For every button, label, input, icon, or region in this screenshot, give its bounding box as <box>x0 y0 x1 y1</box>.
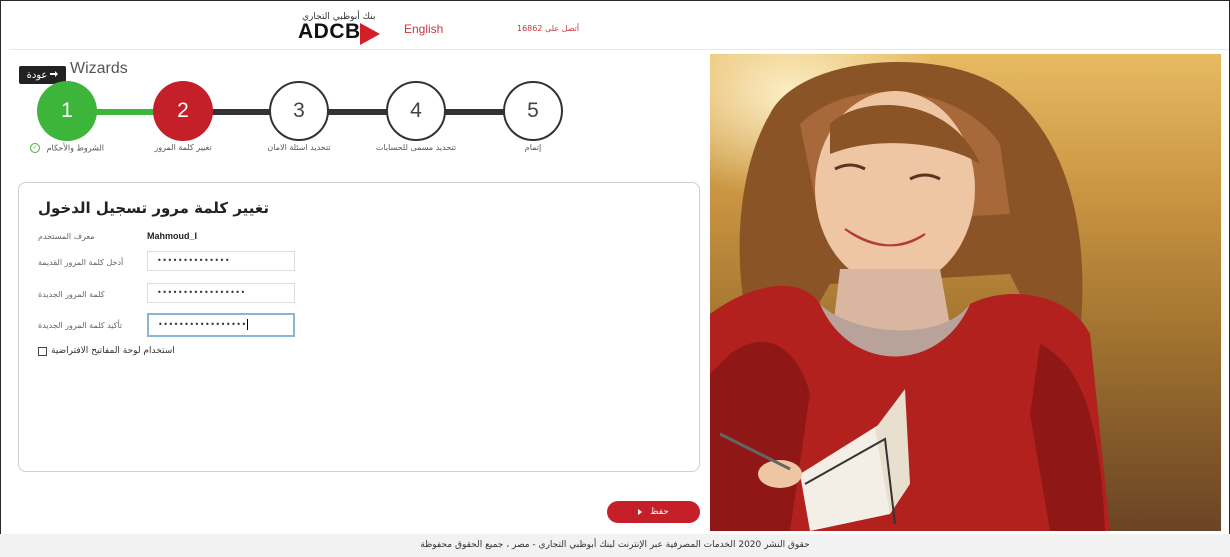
logo-triangle-icon <box>360 23 380 45</box>
virtual-keyboard-label: استخدام لوحة المفاتيح الافتراضية <box>51 346 175 356</box>
wizard-step-4-label: تتحديد مسمى للحسابات <box>375 143 457 152</box>
logo-text: ADCB <box>298 20 361 43</box>
wizard-step-1-label: الشروط والأحكام ✓ <box>12 143 122 153</box>
contact-link[interactable]: أتصل على 16862 <box>517 24 579 33</box>
arrow-right-icon <box>50 70 59 81</box>
woman-reading-illustration <box>710 61 1110 531</box>
step-number: 4 <box>410 99 422 122</box>
wizard-step-1: 1 <box>37 81 97 141</box>
confirm-password-label: تأكيد كلمة المرور الجديدة <box>38 321 123 330</box>
page-title: Wizards <box>70 60 128 77</box>
step-number: 3 <box>293 99 305 122</box>
old-password-input[interactable]: •••••••••••••• <box>147 251 295 271</box>
wizard-step-5-label: إتمام <box>524 143 542 152</box>
save-label: حفظ <box>650 507 669 517</box>
hero-photo <box>710 54 1221 531</box>
confirm-password-value: ••••••••••••••••• <box>158 320 247 329</box>
virtual-keyboard-option[interactable]: استخدام لوحة المفاتيح الافتراضية <box>38 346 175 356</box>
text-caret <box>246 319 248 330</box>
username-value: Mahmoud_I <box>147 231 198 241</box>
check-circle-icon: ✓ <box>30 143 41 153</box>
wizard-step-3-label: تتحديد اسئلة الامان <box>267 143 331 152</box>
adcb-logo[interactable]: بنك أبوظبي التجاري ADCB <box>294 12 389 45</box>
save-button[interactable]: حفظ <box>607 501 700 523</box>
confirm-password-input[interactable]: ••••••••••••••••• <box>147 313 295 337</box>
form-title: تغيير كلمة مرور تسجيل الدخول <box>38 199 270 217</box>
wizard-step-5: 5 <box>503 81 563 141</box>
wizard-step-2-label: تغيير كلمة المرور <box>154 143 212 152</box>
virtual-keyboard-checkbox[interactable] <box>38 346 47 356</box>
old-password-label: أدخل كلمة المرور القديمة <box>38 258 124 267</box>
progress-connector-pending <box>210 109 514 115</box>
step-number: 2 <box>177 99 189 122</box>
wizard-step-3: 3 <box>269 81 329 141</box>
step-label-text: الشروط والأحكام <box>46 143 104 153</box>
wizard-step-4: 4 <box>386 81 446 141</box>
language-link[interactable]: English <box>404 22 443 36</box>
wizard-step-2: 2 <box>153 81 213 141</box>
back-label: عودة <box>26 69 48 81</box>
new-password-label: كلمة المرور الجديدة <box>38 290 105 299</box>
step-number: 1 <box>61 99 73 122</box>
play-arrow-icon <box>638 509 643 515</box>
username-label: معرف المستخدم <box>38 232 95 241</box>
new-password-input[interactable]: ••••••••••••••••• <box>147 283 295 303</box>
step-number: 5 <box>527 99 539 122</box>
top-header: بنك أبوظبي التجاري ADCB English أتصل على… <box>9 8 1229 50</box>
footer-copyright: حقوق النشر 2020 الخدمات المصرفية عبر الإ… <box>0 534 1230 557</box>
